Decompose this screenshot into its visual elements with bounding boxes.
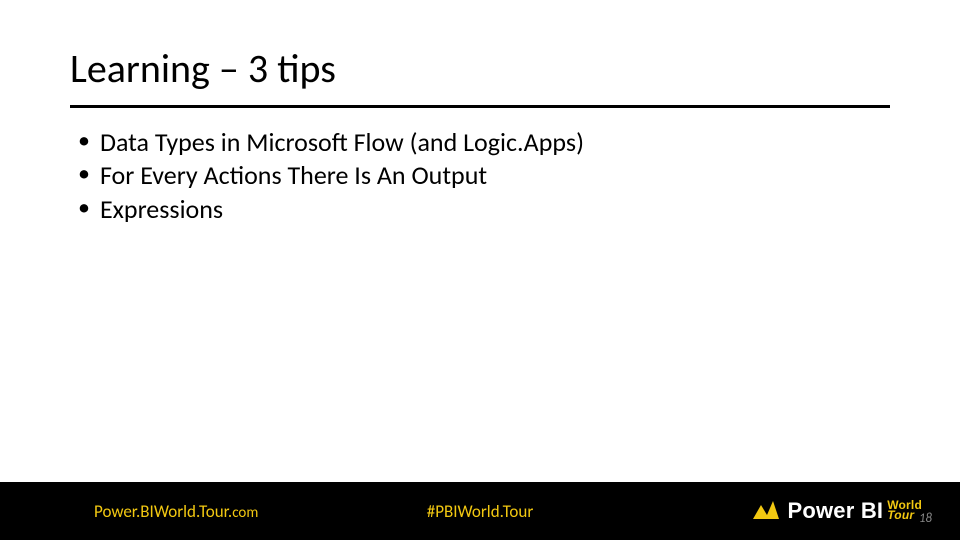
- bullet-marker: •: [78, 193, 90, 224]
- body-content: • Data Types in Microsoft Flow (and Logi…: [78, 126, 880, 226]
- title-block: Learning – 3 tips: [70, 44, 890, 108]
- title-underline: [70, 105, 890, 108]
- logo-subtext: World Tour: [887, 501, 922, 521]
- bullet-marker: •: [78, 126, 90, 157]
- power-bi-icon: [753, 499, 779, 523]
- slide-title: Learning – 3 tips: [70, 44, 890, 103]
- bullet-marker: •: [78, 159, 90, 190]
- logo-brand-text: Power BI World Tour: [787, 498, 922, 524]
- logo-sub-tour: Tour: [887, 511, 922, 521]
- bullet-item: • Data Types in Microsoft Flow (and Logi…: [78, 126, 880, 159]
- bullet-item: • For Every Actions There Is An Output: [78, 159, 880, 192]
- slide: Learning – 3 tips • Data Types in Micros…: [0, 0, 960, 540]
- bullet-text: Expressions: [100, 193, 223, 226]
- bullet-item: • Expressions: [78, 193, 880, 226]
- footer-bar: Power.BIWorld.Tour.com #PBIWorld.Tour Po…: [0, 482, 960, 540]
- slide-number: 18: [919, 511, 932, 526]
- footer-hashtag: #PBIWorld.Tour: [427, 501, 534, 522]
- bullet-text: Data Types in Microsoft Flow (and Logic.…: [100, 126, 584, 159]
- footer-site-domain: com: [232, 504, 258, 522]
- bullet-text: For Every Actions There Is An Output: [100, 159, 487, 192]
- footer-site-main: Power.BIWorld.Tour.: [94, 501, 232, 522]
- footer-logo: Power BI World Tour: [753, 498, 922, 524]
- logo-brand: Power BI: [787, 498, 883, 524]
- footer-site: Power.BIWorld.Tour.com: [94, 501, 258, 522]
